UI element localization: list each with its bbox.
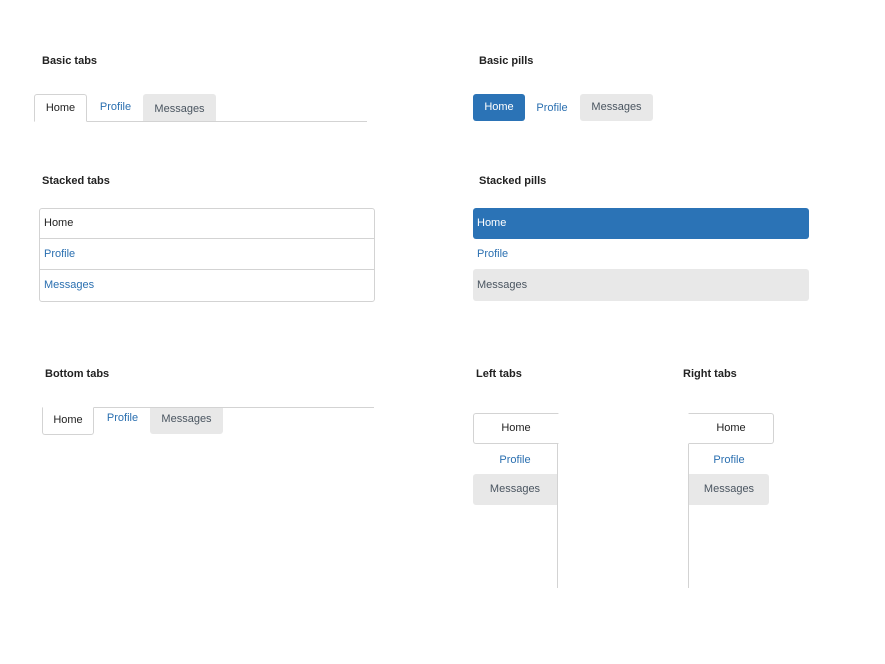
left-tab-home[interactable]: Home <box>473 413 559 444</box>
basic-pill-messages[interactable]: Messages <box>580 94 653 121</box>
basic-pills-title: Basic pills <box>479 55 534 67</box>
right-tab-profile[interactable]: Profile <box>689 446 769 474</box>
stacked-tabs-title: Stacked tabs <box>42 175 110 187</box>
basic-tab-profile[interactable]: Profile <box>89 94 142 121</box>
bottom-tab-profile[interactable]: Profile <box>96 408 149 434</box>
stacked-tab-messages[interactable]: Messages <box>40 270 374 301</box>
basic-tab-messages[interactable]: Messages <box>143 94 216 121</box>
basic-tab-home[interactable]: Home <box>34 94 87 122</box>
left-tab-profile[interactable]: Profile <box>473 446 557 474</box>
basic-tabs-title: Basic tabs <box>42 55 98 67</box>
right-tab-messages[interactable]: Messages <box>689 474 769 505</box>
basic-pill-profile[interactable]: Profile <box>527 94 577 121</box>
left-tab-messages[interactable]: Messages <box>473 474 557 505</box>
bottom-tab-messages[interactable]: Messages <box>150 408 223 434</box>
basic-pill-home[interactable]: Home <box>473 94 525 121</box>
stacked-tabs: Home Profile Messages <box>39 208 375 302</box>
bottom-tab-home[interactable]: Home <box>42 407 94 435</box>
right-tab-home[interactable]: Home <box>688 413 774 444</box>
stacked-pills: Home Profile Messages <box>473 208 809 301</box>
left-tabs-title: Left tabs <box>476 368 522 380</box>
stacked-tab-profile[interactable]: Profile <box>40 239 374 270</box>
stacked-tab-home[interactable]: Home <box>40 209 374 239</box>
right-tabs-title: Right tabs <box>683 368 737 380</box>
stacked-pill-profile[interactable]: Profile <box>473 239 809 269</box>
stacked-pill-messages[interactable]: Messages <box>473 269 809 301</box>
bottom-tabs-title: Bottom tabs <box>45 368 110 380</box>
stacked-pills-title: Stacked pills <box>479 175 547 187</box>
stacked-pill-home[interactable]: Home <box>473 208 809 239</box>
